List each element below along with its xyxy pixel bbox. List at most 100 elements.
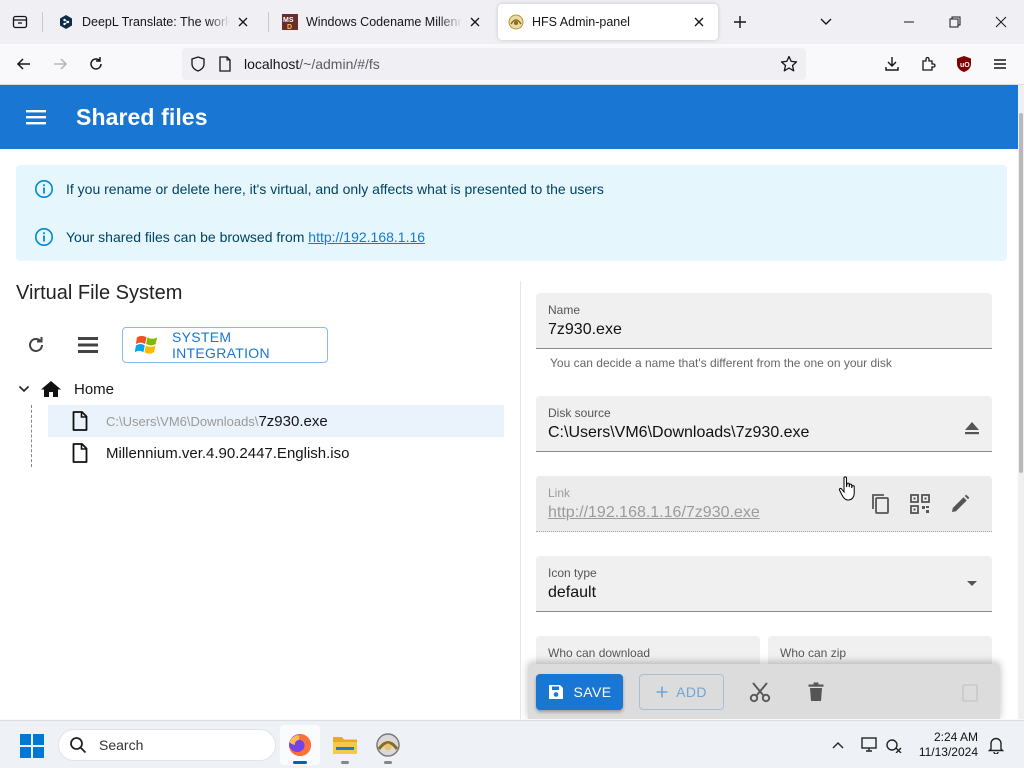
app-menu-icon[interactable] [984,48,1016,80]
deepl-icon [58,14,74,30]
new-tab-icon[interactable] [724,6,756,38]
restore-icon[interactable] [932,0,978,44]
network-disconnected-icon[interactable] [882,733,906,757]
action-bar: SAVE ADD [528,664,1000,719]
display-icon[interactable] [858,733,882,757]
close-tab-icon[interactable] [690,13,708,31]
extensions-icon[interactable] [912,48,944,80]
taskbar-file-explorer[interactable] [325,725,365,765]
tree-item-path: C:\Users\VM6\Downloads\ [106,413,259,429]
tree-item[interactable]: Millennium.ver.4.90.2447.English.iso [48,437,504,469]
info-icon [34,227,54,247]
edit-pencil-icon[interactable] [948,492,972,516]
main-content: If you rename or delete here, it's virtu… [0,149,1018,719]
info-text: If you rename or delete here, it's virtu… [66,181,604,197]
browser-tab-millennium[interactable]: MSD Windows Codename Millennium [272,4,494,40]
back-icon[interactable] [8,48,40,80]
browser-toolbar: localhost/~/admin/#/fs uO [0,44,1024,85]
taskbar-search[interactable]: Search [58,729,276,761]
svg-text:D: D [287,24,292,30]
name-helper-text: You can decide a name that's different f… [550,356,892,370]
disk-source-value: C:\Users\VM6\Downloads\7z930.exe [548,424,810,441]
name-field[interactable]: Name 7z930.exe [536,293,992,349]
windows-logo-icon [135,335,158,354]
system-clock[interactable]: 2:24 AM 11/13/2024 [908,730,978,760]
name-field-label: Name [548,303,581,317]
app-header: Shared files [0,85,1018,149]
delete-icon[interactable] [804,680,828,704]
icon-type-value: default [548,584,597,601]
paste-icon [958,680,982,704]
icon-type-label: Icon type [548,566,597,580]
share-url-link[interactable]: http://192.168.1.16 [308,229,425,245]
tab-title: Windows Codename Millennium [306,15,462,29]
chevron-up-icon[interactable] [826,733,850,757]
tree-root-label: Home [74,380,115,398]
add-button-label: ADD [676,684,707,700]
minimize-icon[interactable] [886,0,932,44]
close-window-icon[interactable] [978,0,1024,44]
clock-time: 2:24 AM [933,730,978,744]
qr-code-icon[interactable] [908,492,932,516]
info-row: If you rename or delete here, it's virtu… [34,179,604,199]
notification-bell-icon[interactable] [984,733,1008,757]
windows-taskbar: Search 2:24 AM 11/13/2024 [0,720,1024,768]
dropdown-arrow-icon[interactable] [960,572,984,596]
list-view-icon[interactable] [68,327,108,363]
chevron-down-icon[interactable] [810,6,842,38]
close-tab-icon[interactable] [234,13,252,31]
address-bar[interactable]: localhost/~/admin/#/fs [182,48,806,80]
close-tab-icon[interactable] [466,13,484,31]
browser-tab-hfs[interactable]: HFS Admin-panel [498,4,718,40]
info-row: Your shared files can be browsed from ht… [34,227,425,247]
panel-divider [520,281,521,719]
url-text: localhost/~/admin/#/fs [244,56,380,72]
link-field-label: Link [548,486,571,500]
tab-title: DeepL Translate: The world's most accura… [82,15,230,29]
page-scrollbar[interactable] [1018,85,1024,719]
tree-root-home[interactable]: Home [16,377,114,401]
bookmark-star-icon[interactable] [780,55,798,78]
page-title: Shared files [76,104,208,130]
refresh-icon[interactable] [16,327,56,363]
save-button[interactable]: SAVE [536,674,623,710]
tree-item[interactable]: C:\Users\VM6\Downloads\ 7z930.exe [48,405,504,437]
reload-icon[interactable] [80,48,112,80]
search-icon [70,737,87,754]
browser-tab-bar: DeepL Translate: The world's most accura… [0,0,1024,44]
disk-source-field[interactable]: Disk source C:\Users\VM6\Downloads\7z930… [536,396,992,452]
tracking-shield-icon[interactable] [190,56,206,77]
browser-tab-deepl[interactable]: DeepL Translate: The world's most accura… [48,4,262,40]
ublock-icon[interactable]: uO [948,48,980,80]
folder-icon [333,737,357,754]
tree-guide-line [31,405,32,467]
plus-icon [656,686,668,698]
add-button[interactable]: ADD [639,674,724,710]
search-placeholder: Search [99,737,144,753]
icon-type-select[interactable]: Icon type default [536,556,992,612]
hand-cursor-icon [838,476,855,501]
tab-title: HFS Admin-panel [532,15,630,29]
link-field-value: http://192.168.1.16/7z930.exe [548,504,760,521]
windows-start-icon[interactable] [20,734,44,758]
disk-source-label: Disk source [548,406,611,420]
info-icon [34,179,54,199]
cut-icon[interactable] [748,680,772,704]
page-info-icon[interactable] [218,56,232,77]
who-can-zip-label: Who can zip [780,646,847,660]
taskbar-firefox[interactable] [280,725,320,765]
taskbar-hfs[interactable] [368,725,408,765]
tab-list-icon[interactable] [4,6,36,38]
chevron-down-icon[interactable] [16,385,32,393]
downloads-icon[interactable] [876,48,908,80]
copy-icon[interactable] [868,492,892,516]
home-icon [40,380,62,398]
eject-icon[interactable] [960,416,984,440]
system-integration-label: SYSTEM INTEGRATION [171,329,270,361]
menu-icon[interactable] [22,105,50,129]
link-field: Link http://192.168.1.16/7z930.exe [536,476,992,532]
forward-icon[interactable] [44,48,76,80]
system-integration-button[interactable]: SYSTEM INTEGRATION [122,327,328,363]
info-text: Your shared files can be browsed from [66,229,309,245]
tree-item-name: 7z930.exe [258,412,328,430]
